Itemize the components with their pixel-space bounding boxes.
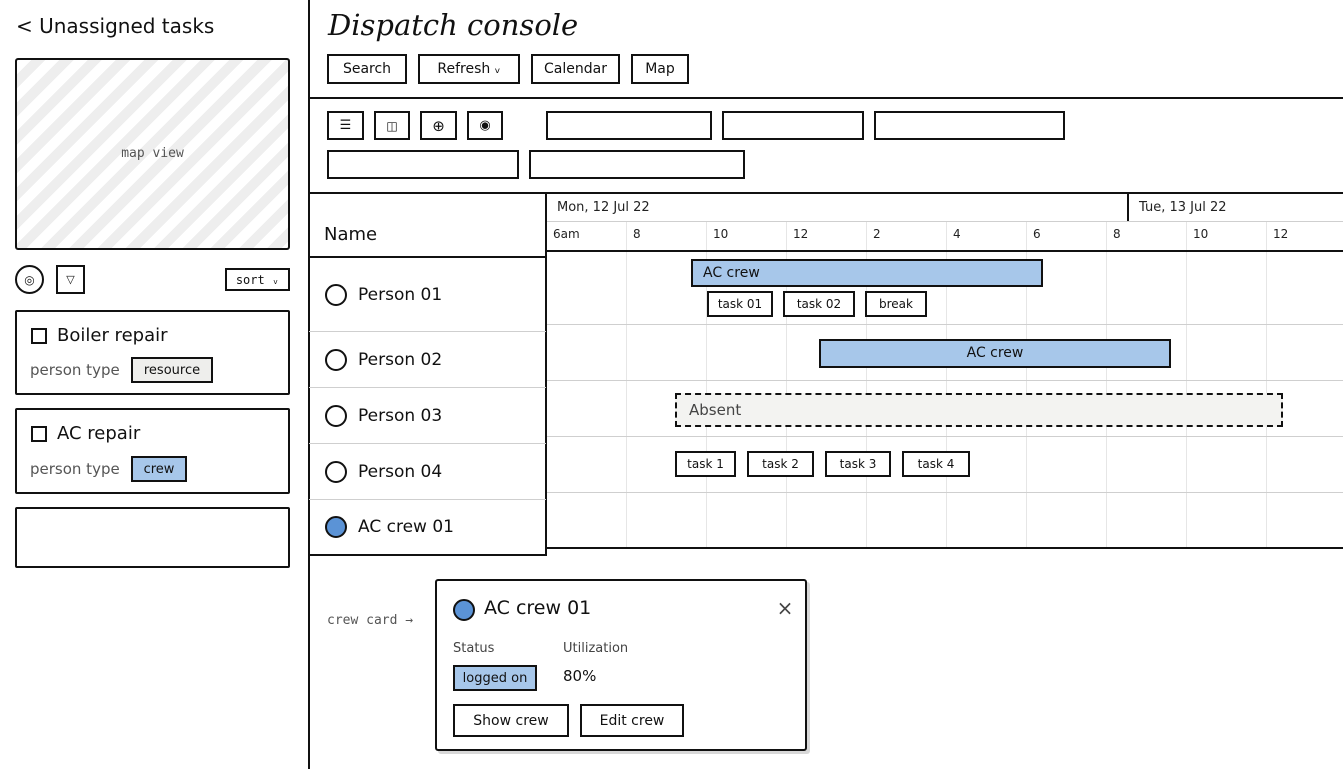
task-block[interactable]: task 3 [825,451,891,477]
task-field-label: person type [30,361,120,379]
utilization-value: 80% [563,667,597,685]
name-column-bottom [309,554,547,556]
resource-radio[interactable] [325,516,347,538]
resource-name: Person 01 [358,284,443,305]
map-button[interactable]: Map [631,54,689,84]
gantt-header-line [547,250,1343,252]
task-card-boiler-repair[interactable]: Boiler repair person type resource [15,310,290,395]
resource-row-person-04[interactable]: Person 04 [325,444,540,499]
task-name: Boiler repair [57,325,168,346]
resource-row-person-01[interactable]: Person 01 [325,258,540,331]
person-type-tag: resource [131,357,213,383]
gantt-bottom [547,547,1343,549]
grid-line [1106,222,1107,549]
hour-tick: 8 [633,227,641,241]
filter-input-5[interactable] [529,150,745,179]
map-view[interactable]: map view [15,58,290,250]
person-type-tag: crew [131,456,187,482]
task-block[interactable]: task 1 [675,451,736,477]
refresh-button[interactable]: Refresh ᵥ [418,54,520,84]
grid-line [626,222,627,549]
row-divider [547,492,1343,493]
filter-input-3[interactable] [874,111,1065,140]
day-label-2: Tue, 13 Jul 22 [1139,200,1227,215]
task-block[interactable]: task 01 [707,291,773,317]
close-icon[interactable]: × [774,598,796,620]
row-divider [547,436,1343,437]
calendar-button[interactable]: Calendar [531,54,620,84]
map-view-label: map view [121,146,184,161]
task-checkbox[interactable] [31,426,47,442]
hour-tick: 12 [793,227,809,241]
search-button[interactable]: Search [327,54,407,84]
task-card-ac-repair[interactable]: AC repair person type crew [15,408,290,494]
filter-input-4[interactable] [327,150,519,179]
resource-name: Person 03 [358,405,443,426]
toolbar-divider [309,192,1343,194]
task-field-label: person type [30,460,120,478]
day-divider [1127,193,1129,222]
resource-row-person-03[interactable]: Person 03 [325,388,540,443]
task-block[interactable]: task 4 [902,451,970,477]
crew-status-icon [453,599,475,621]
hour-tick: 6 [1033,227,1041,241]
sort-dropdown[interactable]: sort ᵥ [225,268,290,291]
hour-tick: 6am [553,227,580,241]
row-divider [547,324,1343,325]
resource-name: AC crew 01 [358,517,454,537]
pane-divider [308,0,310,769]
status-badge: logged on [453,665,537,691]
name-column-border [545,193,547,556]
row-divider [547,380,1343,381]
hour-tick: 12 [1273,227,1289,241]
hour-tick: 10 [713,227,729,241]
resource-name: Person 02 [358,349,443,370]
left-title[interactable]: < Unassigned tasks [16,14,214,38]
task-name: AC repair [57,423,141,444]
task-card-empty[interactable] [15,507,290,568]
crew-card-annotation: crew card → [327,613,414,628]
day-label-1: Mon, 12 Jul 22 [557,200,650,215]
target-icon[interactable]: ◉ [467,111,503,140]
resource-radio[interactable] [325,348,347,371]
crew-card-title: AC crew 01 [484,597,592,619]
resource-radio[interactable] [325,460,347,483]
columns-icon[interactable]: ◫ [374,111,410,140]
task-checkbox[interactable] [31,328,47,344]
crew-assignment-bar[interactable]: AC crew [691,259,1043,287]
resource-radio[interactable] [325,283,347,306]
task-block[interactable]: break [865,291,927,317]
day-header-divider [547,221,1343,222]
show-crew-button[interactable]: Show crew [453,704,569,737]
filter-icon[interactable]: ▽ [56,265,85,294]
page-title: Dispatch console [328,8,579,42]
status-label: Status [453,641,495,656]
crew-card: AC crew 01 × Status Utilization logged o… [435,579,807,751]
task-block[interactable]: task 2 [747,451,814,477]
filter-input-1[interactable] [546,111,712,140]
grid-line [1186,222,1187,549]
resource-row-person-02[interactable]: Person 02 [325,332,540,387]
crosshair-icon[interactable]: ⊕ [420,111,457,140]
resource-row-ac-crew-01[interactable]: AC crew 01 [325,500,540,554]
edit-crew-button[interactable]: Edit crew [580,704,684,737]
hour-tick: 10 [1193,227,1209,241]
resource-radio[interactable] [325,404,347,427]
hour-tick: 4 [953,227,961,241]
locate-icon[interactable]: ◎ [15,265,44,294]
hour-tick: 8 [1113,227,1121,241]
header-divider [309,97,1343,99]
grid-line [1266,222,1267,549]
filter-input-2[interactable] [722,111,864,140]
name-column-header: Name [324,224,378,245]
task-block[interactable]: task 02 [783,291,855,317]
resource-name: Person 04 [358,461,443,482]
crew-assignment-bar[interactable]: AC crew [819,339,1171,368]
list-icon[interactable]: ☰ [327,111,364,140]
absence-block[interactable]: Absent [675,393,1283,427]
hour-tick: 2 [873,227,881,241]
utilization-label: Utilization [563,641,629,656]
